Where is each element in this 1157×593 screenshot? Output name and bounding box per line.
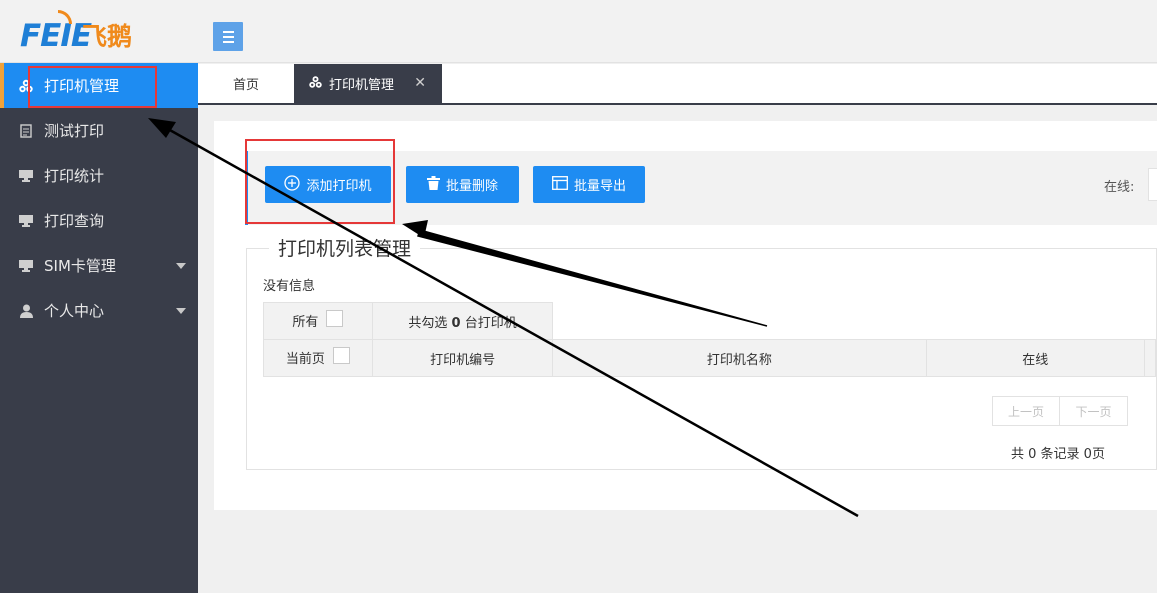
sidebar-item-label: 打印统计 xyxy=(44,167,105,185)
document-icon xyxy=(18,123,34,139)
logo-text: FEIE xyxy=(20,18,92,54)
header xyxy=(198,0,1157,63)
plus-circle-icon xyxy=(284,174,301,195)
prev-page-button[interactable]: 上一页 xyxy=(992,396,1060,426)
sidebar-item-label: 测试打印 xyxy=(44,122,105,140)
column-header-name: 打印机名称 xyxy=(552,339,927,377)
sidebar-item-label: 个人中心 xyxy=(44,302,105,320)
select-all-label: 所有 xyxy=(292,315,319,330)
sidebar-item-label: SIM卡管理 xyxy=(44,257,116,275)
batch-export-button[interactable]: 批量导出 xyxy=(533,166,645,203)
sidebar-item-label: 打印查询 xyxy=(44,212,105,230)
cubes-icon xyxy=(18,78,34,94)
tab-label: 打印机管理 xyxy=(329,78,395,93)
online-filter-select[interactable] xyxy=(1148,168,1157,201)
signal-icon xyxy=(58,10,72,24)
sidebar-item-personal-center[interactable]: 个人中心 xyxy=(0,288,198,333)
online-filter-label: 在线: xyxy=(1104,180,1135,195)
menu-toggle-button[interactable] xyxy=(213,22,243,51)
selected-prefix: 共勾选 xyxy=(408,315,448,331)
tab-printer-management[interactable]: 打印机管理 ✕ xyxy=(294,64,442,103)
sidebar-item-printer-management[interactable]: 打印机管理 xyxy=(0,63,198,108)
table-header-row: 当前页 打印机编号 打印机名称 在线 xyxy=(263,339,1156,377)
column-header-online: 在线 xyxy=(925,339,1145,377)
chevron-down-icon xyxy=(176,263,186,269)
close-icon[interactable]: ✕ xyxy=(414,75,426,91)
monitor-icon xyxy=(18,168,34,184)
tab-bar: 首页 打印机管理 ✕ xyxy=(198,64,1157,105)
pagination: 上一页 下一页 xyxy=(992,396,1128,426)
printer-list-panel: 打印机列表管理 没有信息 所有 共勾选 0 台打印机 当前页 打印机编号 打印机… xyxy=(246,237,1157,470)
selected-count: 0 xyxy=(451,315,461,331)
monitor-icon xyxy=(18,213,34,229)
sidebar-item-print-query[interactable]: 打印查询 xyxy=(0,198,198,243)
logo-text-cn: 飞鹅 xyxy=(82,22,133,51)
printer-list-title: 打印机列表管理 xyxy=(269,237,421,261)
sidebar-item-sim-management[interactable]: SIM卡管理 xyxy=(0,243,198,288)
empty-message: 没有信息 xyxy=(263,279,316,294)
cubes-icon xyxy=(308,75,323,92)
toolbar: 添加打印机 批量删除 批量导出 在线: xyxy=(245,151,1157,225)
select-all-cell: 所有 xyxy=(263,302,373,340)
batch-export-label: 批量导出 xyxy=(573,179,626,194)
next-page-button[interactable]: 下一页 xyxy=(1060,396,1128,426)
sidebar-item-test-print[interactable]: 测试打印 xyxy=(0,108,198,153)
selected-count-cell: 共勾选 0 台打印机 xyxy=(371,302,554,340)
current-page-cell: 当前页 xyxy=(263,339,373,377)
sidebar-item-print-stats[interactable]: 打印统计 xyxy=(0,153,198,198)
monitor-icon xyxy=(18,258,34,274)
sidebar-nav: 打印机管理 测试打印 打印统计 打印查询 SIM卡管理 个人中心 xyxy=(0,63,198,333)
sidebar-item-label: 打印机管理 xyxy=(44,77,120,95)
add-printer-button[interactable]: 添加打印机 xyxy=(265,166,391,203)
column-header-number: 打印机编号 xyxy=(371,339,554,377)
add-printer-label: 添加打印机 xyxy=(306,179,372,194)
main-content: 添加打印机 批量删除 批量导出 在线: 打印机列表管理 没有信息 所有 共勾选 … xyxy=(198,106,1157,593)
content-card: 添加打印机 批量删除 批量导出 在线: 打印机列表管理 没有信息 所有 共勾选 … xyxy=(214,121,1157,510)
user-icon xyxy=(18,303,34,319)
selected-suffix: 台打印机 xyxy=(464,315,517,331)
table-row: 所有 共勾选 0 台打印机 xyxy=(263,302,1156,340)
table-icon xyxy=(552,175,568,194)
record-count: 共 0 条记录 0页 xyxy=(1011,447,1105,462)
tab-home[interactable]: 首页 xyxy=(198,64,294,103)
trash-icon xyxy=(426,175,440,194)
select-all-checkbox[interactable] xyxy=(326,310,344,327)
current-page-label: 当前页 xyxy=(285,352,325,367)
select-page-checkbox[interactable] xyxy=(332,347,350,364)
printer-table: 所有 共勾选 0 台打印机 当前页 打印机编号 打印机名称 在线 xyxy=(263,302,1156,377)
logo[interactable]: FEIE 飞鹅 xyxy=(0,0,198,63)
batch-delete-button[interactable]: 批量删除 xyxy=(406,166,519,203)
batch-delete-label: 批量删除 xyxy=(445,179,498,194)
sidebar: FEIE 飞鹅 打印机管理 测试打印 打印统计 打印查询 SIM卡管理 个人中心 xyxy=(0,0,198,593)
chevron-down-icon xyxy=(176,308,186,314)
hamburger-icon xyxy=(222,30,234,33)
